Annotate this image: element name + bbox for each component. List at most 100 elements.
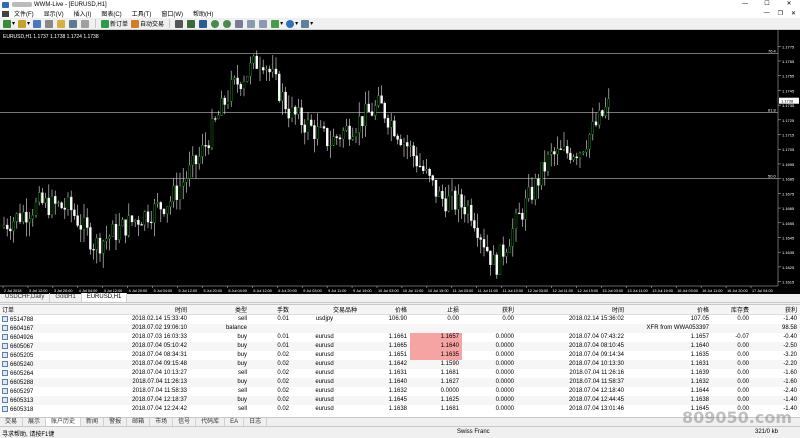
zoom-out-icon <box>223 20 231 28</box>
tab-news[interactable]: 新闻 <box>81 418 104 426</box>
menu-window[interactable]: 窗口(W) <box>156 9 188 18</box>
table-row[interactable]: 65147882018.02.14 15:33:40sell0.01usdjpy… <box>0 315 800 324</box>
chart-tab-eurusd-h1[interactable]: EURUSD,H1 <box>82 293 128 302</box>
table-cell: 6605240 <box>0 360 62 369</box>
candle-body <box>477 228 479 238</box>
candle-body <box>579 153 581 158</box>
tab-mailbox[interactable]: 邮箱 <box>127 418 150 426</box>
order-id: 6514788 <box>10 317 33 323</box>
tab-journal[interactable]: 日志 <box>244 418 267 426</box>
tab-account-history[interactable]: 账户历史 <box>46 418 81 426</box>
table-row[interactable]: 66052052018.07.04 08:34:31buy0.02eurusd1… <box>0 351 800 360</box>
col-lots[interactable]: 手数 <box>250 305 292 315</box>
tester-button[interactable] <box>81 19 90 28</box>
minimize-button[interactable]: — <box>734 0 756 9</box>
candle-body <box>269 69 271 72</box>
chart-tab-gold-h1[interactable]: GoldH1 <box>50 293 81 302</box>
table-row[interactable]: 66052972018.07.04 11:58:33sell0.02eurusd… <box>0 387 800 396</box>
candle-body <box>224 98 226 104</box>
menu-view[interactable]: 显示(V) <box>39 9 69 18</box>
col-close-time[interactable]: 时间 <box>517 305 627 315</box>
table-cell: 6605205 <box>0 351 62 360</box>
table-cell: 0.02 <box>250 378 292 387</box>
tab-market[interactable]: 市场 <box>150 418 173 426</box>
menu-help[interactable]: 帮助(H) <box>188 9 218 18</box>
table-cell: eurusd <box>292 369 360 378</box>
tab-exposure[interactable]: 展示 <box>23 418 46 426</box>
col-symbol[interactable]: 交易品种 <box>292 305 360 315</box>
table-cell <box>517 324 627 333</box>
col-swap[interactable]: 库存费 <box>712 305 752 315</box>
col-tp[interactable]: 获利 <box>462 305 517 315</box>
line-chart-button[interactable] <box>199 19 208 28</box>
table-row[interactable]: 66050672018.07.04 05:10:42buy0.01eurusd1… <box>0 342 800 351</box>
order-id: 6605264 <box>10 371 33 377</box>
table-cell: 1.1640 <box>627 342 712 351</box>
col-profit[interactable]: 获利 <box>752 305 800 315</box>
table-cell: 2018.07.04 05:10:42 <box>62 342 190 351</box>
candle-body <box>272 69 274 72</box>
zoom-out-button[interactable] <box>223 19 232 28</box>
new-chart-button[interactable]: ▾ <box>3 19 15 28</box>
tab-code-base[interactable]: 代码库 <box>196 418 225 426</box>
tab-signals[interactable]: 信号 <box>173 418 196 426</box>
candle-body <box>317 127 319 139</box>
table-row[interactable]: 66052642018.07.04 10:13:27sell0.02eurusd… <box>0 369 800 378</box>
col-open-price[interactable]: 价格 <box>360 305 410 315</box>
bar-chart-button[interactable] <box>175 19 184 28</box>
candle-chart-button[interactable] <box>187 19 196 28</box>
autoscroll-button[interactable] <box>247 19 256 28</box>
table-row[interactable]: 66053182018.07.04 12:24:42sell0.02eurusd… <box>0 405 800 414</box>
navigator-button[interactable] <box>57 19 66 28</box>
price-chart[interactable]: EURUSD,H1 1.1737 1.1738 1.1724 1.1738 1.… <box>0 30 800 294</box>
tab-trade[interactable]: 交易 <box>0 418 23 426</box>
menu-charts[interactable]: 图表(C) <box>96 9 126 18</box>
candle-chart-icon <box>187 20 195 28</box>
order-icon <box>2 361 8 367</box>
market-watch-button[interactable] <box>33 19 42 28</box>
menu-insert[interactable]: 插入(I) <box>69 9 97 18</box>
col-close-price[interactable]: 价格 <box>627 305 712 315</box>
candle-body <box>246 76 248 81</box>
menu-tools[interactable]: 工具(T) <box>127 9 157 18</box>
col-sl[interactable]: 止损 <box>410 305 462 315</box>
time-label: 13 Jul 11:00 <box>627 289 647 293</box>
col-order[interactable]: 订单 <box>0 305 62 315</box>
tab-experts[interactable]: EA <box>225 418 244 426</box>
mdi-minimize-button[interactable]: — <box>764 10 770 17</box>
history-table: 订单 时间 类型 手数 交易品种 价格 止损 获利 时间 价格 库存费 获利 6… <box>0 305 800 414</box>
profiles-button[interactable]: ▾ <box>18 19 30 28</box>
chart-tab-usdchf-daily[interactable]: USDCHF,Daily <box>0 293 50 302</box>
candle-body <box>185 179 187 183</box>
close-button[interactable]: ✕ <box>778 0 800 9</box>
tab-alerts[interactable]: 警报 <box>104 418 127 426</box>
terminal-button[interactable] <box>69 19 78 28</box>
new-order-button[interactable]: 新订单 <box>101 19 128 28</box>
table-row[interactable]: 66049262018.07.03 16:03:33buy0.01eurusd1… <box>0 333 800 342</box>
table-row[interactable]: 66053132018.07.04 12:18:37buy0.02eurusd1… <box>0 396 800 405</box>
zoom-in-button[interactable] <box>211 19 220 28</box>
templates-button[interactable]: ▾ <box>301 19 313 28</box>
col-open-time[interactable]: 时间 <box>62 305 190 315</box>
table-row[interactable]: 66052402018.07.04 09:15:48buy0.02eurusd1… <box>0 360 800 369</box>
table-row[interactable]: 66041672018.07.02 19:06:10balanceXFR fro… <box>0 324 800 333</box>
mdi-close-button[interactable]: ✕ <box>791 10 796 17</box>
menu-file[interactable]: 文件(F) <box>9 9 39 18</box>
maximize-button[interactable]: ☐ <box>756 0 778 9</box>
autotrade-button[interactable]: 自动交易 <box>131 19 164 28</box>
time-label: 6 Jul 04:00 <box>228 289 247 293</box>
data-window-button[interactable] <box>45 19 54 28</box>
col-type[interactable]: 类型 <box>190 305 250 315</box>
profiles-icon <box>18 20 26 28</box>
table-cell: 1.1625 <box>410 396 462 405</box>
chart-area[interactable]: EURUSD,H1 1.1737 1.1738 1.1724 1.1738 1.… <box>0 30 800 294</box>
candle-body <box>301 108 303 125</box>
mdi-restore-button[interactable]: ❐ <box>778 10 783 17</box>
indicators-button[interactable]: ▾ <box>271 19 283 28</box>
price-label: 1.1625 <box>782 265 795 270</box>
table-row[interactable]: 66052882018.07.04 11:26:13buy0.02eurusd1… <box>0 378 800 387</box>
tile-windows-button[interactable] <box>235 19 244 28</box>
candle-body <box>521 213 523 219</box>
periods-button[interactable]: ▾ <box>286 19 298 28</box>
chart-shift-button[interactable] <box>259 19 268 28</box>
